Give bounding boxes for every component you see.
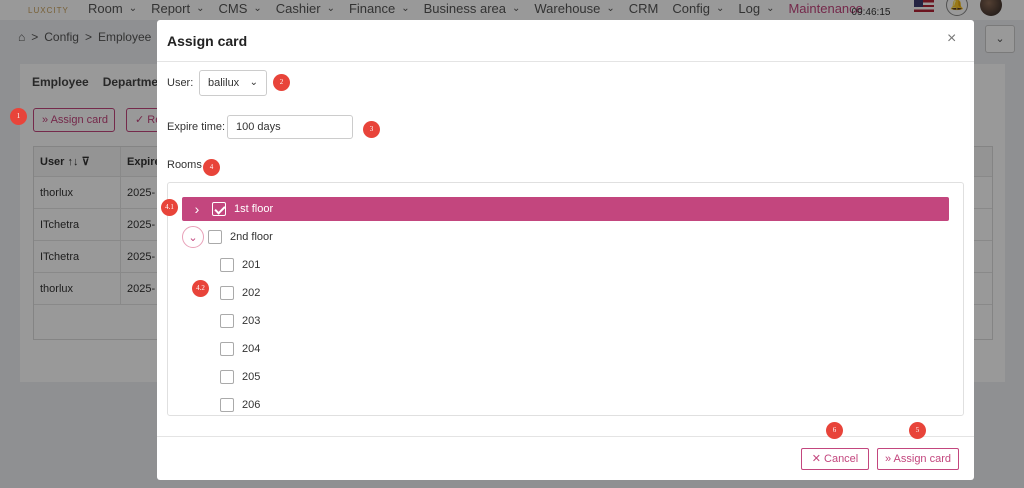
tree-node-room[interactable]: 205 (220, 365, 260, 389)
checkbox-2nd-floor[interactable] (208, 230, 222, 244)
checkbox-room[interactable] (220, 398, 234, 412)
checkbox-1st-floor[interactable] (212, 202, 226, 216)
tree-node-room[interactable]: 202 (220, 281, 260, 305)
modal-title: Assign card (167, 33, 248, 49)
marker-4-2: 4.2 (192, 280, 209, 297)
user-select[interactable]: balilux ⌄ (199, 70, 267, 96)
tree-node-1st-floor[interactable]: › 1st floor (182, 197, 949, 221)
checkbox-room[interactable] (220, 342, 234, 356)
marker-3: 3 (363, 121, 380, 138)
marker-2: 2 (273, 74, 290, 91)
tree-label: 2nd floor (230, 231, 273, 243)
marker-1: 1 (10, 108, 27, 125)
marker-4: 4 (203, 159, 220, 176)
user-label: User: (167, 77, 194, 89)
tree-node-room[interactable]: 203 (220, 309, 260, 333)
assign-card-button[interactable]: » Assign card (877, 448, 959, 470)
checkbox-room[interactable] (220, 258, 234, 272)
modal-header: Assign card × (157, 20, 974, 62)
marker-4-1: 4.1 (161, 199, 178, 216)
checkbox-room[interactable] (220, 314, 234, 328)
tree-node-room[interactable]: 204 (220, 337, 260, 361)
assign-card-modal: Assign card × User: balilux ⌄ 2 Expire t… (157, 20, 974, 480)
chevron-right-icon[interactable]: › (186, 198, 208, 220)
expire-time-label: Expire time: (167, 121, 226, 133)
checkbox-room[interactable] (220, 370, 234, 384)
tree-node-room[interactable]: 201 (220, 253, 260, 277)
checkbox-room[interactable] (220, 286, 234, 300)
tree-node-room[interactable]: 206 (220, 393, 260, 417)
close-icon[interactable]: × (947, 30, 956, 48)
rooms-label: Rooms (167, 159, 202, 171)
tree-label: 1st floor (234, 203, 274, 215)
rooms-tree: › 1st floor ⌄ 2nd floor 201 202 203 204 (167, 182, 964, 416)
marker-5: 5 (909, 422, 926, 439)
chevron-down-icon[interactable]: ⌄ (182, 226, 204, 248)
expire-time-input[interactable]: 100 days (227, 115, 353, 139)
tree-node-2nd-floor[interactable]: ⌄ 2nd floor (182, 225, 949, 249)
marker-6: 6 (826, 422, 843, 439)
cancel-button[interactable]: ✕ Cancel (801, 448, 869, 470)
chevron-down-icon: ⌄ (249, 77, 258, 88)
